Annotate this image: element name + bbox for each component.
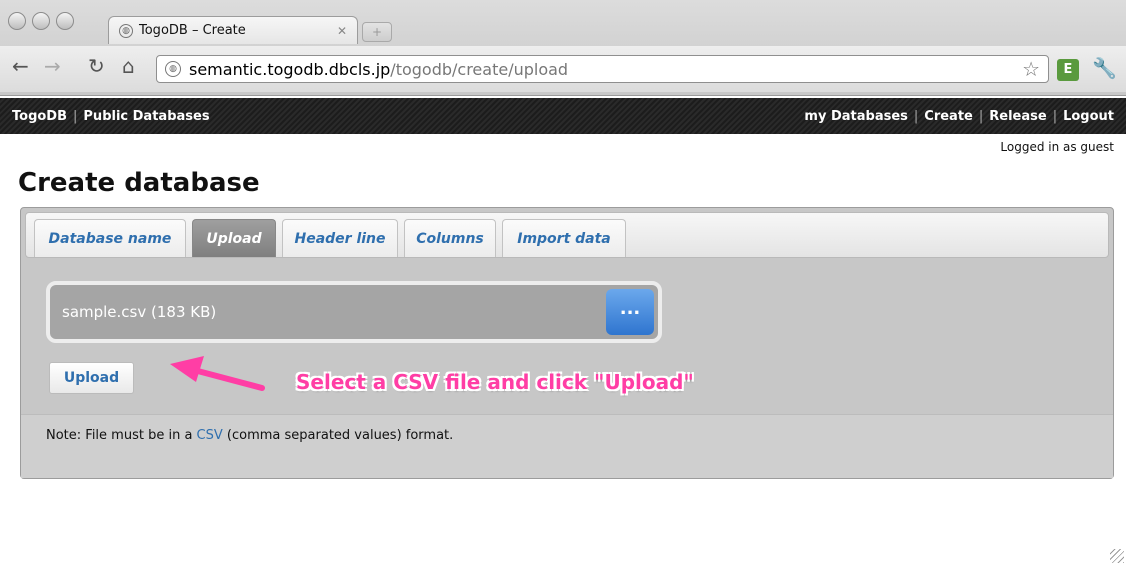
step-tabs: Database name Upload Header line Columns… xyxy=(25,212,1109,258)
note-prefix: Note: File must be in a xyxy=(46,428,197,443)
wrench-icon[interactable]: 🔧 xyxy=(1092,56,1117,80)
globe-icon: ◍ xyxy=(165,61,181,77)
file-input[interactable]: sample.csv (183 KB) ... xyxy=(46,281,662,343)
separator: | xyxy=(73,108,78,124)
address-bar[interactable]: ◍ semantic.togodb.dbcls.jp/togodb/create… xyxy=(156,55,1049,83)
globe-icon: ◍ xyxy=(119,23,133,38)
reload-icon[interactable]: ↻ xyxy=(88,54,105,78)
selected-file-info: sample.csv (183 KB) xyxy=(62,303,217,321)
browser-chrome: ◍ TogoDB – Create ✕ + ← → ↻ ⌂ ◍ semantic… xyxy=(0,0,1126,96)
my-databases-link[interactable]: my Databases xyxy=(804,109,907,124)
create-link[interactable]: Create xyxy=(924,109,973,124)
evernote-icon[interactable]: E xyxy=(1057,59,1079,81)
browser-toolbar: ← → ↻ ⌂ ◍ semantic.togodb.dbcls.jp/togod… xyxy=(0,46,1126,92)
tab-columns[interactable]: Columns xyxy=(404,219,496,257)
close-window-button[interactable] xyxy=(8,12,26,30)
separator: | xyxy=(1052,108,1058,124)
minimize-window-button[interactable] xyxy=(32,12,50,30)
format-note: Note: File must be in a CSV (comma separ… xyxy=(46,428,453,443)
maximize-window-button[interactable] xyxy=(56,12,74,30)
bookmark-star-icon[interactable]: ☆ xyxy=(1022,57,1040,81)
home-icon[interactable]: ⌂ xyxy=(122,54,135,78)
tab-import-data[interactable]: Import data xyxy=(502,219,626,257)
close-tab-icon[interactable]: ✕ xyxy=(337,24,347,38)
note-band xyxy=(21,414,1113,478)
upload-button[interactable]: Upload xyxy=(49,362,134,394)
tab-upload[interactable]: Upload xyxy=(192,219,276,257)
tab-title: TogoDB – Create xyxy=(139,23,246,38)
forward-arrow-icon[interactable]: → xyxy=(44,54,61,78)
login-status: Logged in as guest xyxy=(1000,140,1114,154)
new-tab-button[interactable]: + xyxy=(362,22,392,42)
public-databases-link[interactable]: Public Databases xyxy=(83,109,209,124)
window-controls xyxy=(8,12,74,30)
instruction-callout: Select a CSV file and click "Upload" xyxy=(296,370,694,394)
url-host: semantic.togodb.dbcls.jp xyxy=(189,59,391,79)
url-path: /togodb/create/upload xyxy=(390,59,569,79)
callout-arrow-icon xyxy=(170,356,265,391)
browser-tab[interactable]: ◍ TogoDB – Create ✕ xyxy=(108,16,358,44)
browse-button[interactable]: ... xyxy=(606,289,654,335)
back-arrow-icon[interactable]: ← xyxy=(12,54,29,78)
tab-header-line[interactable]: Header line xyxy=(282,219,398,257)
csv-link[interactable]: CSV xyxy=(197,428,223,443)
release-link[interactable]: Release xyxy=(989,109,1046,124)
logout-link[interactable]: Logout xyxy=(1063,109,1114,124)
tab-database-name[interactable]: Database name xyxy=(34,219,186,257)
site-header: TogoDB | Public Databases my Databases |… xyxy=(0,98,1126,134)
brand-link[interactable]: TogoDB xyxy=(12,109,67,124)
separator: | xyxy=(978,108,984,124)
note-suffix: (comma separated values) format. xyxy=(222,428,454,443)
page-title: Create database xyxy=(18,168,260,198)
resize-grip-icon[interactable] xyxy=(1110,549,1124,563)
separator: | xyxy=(913,108,919,124)
